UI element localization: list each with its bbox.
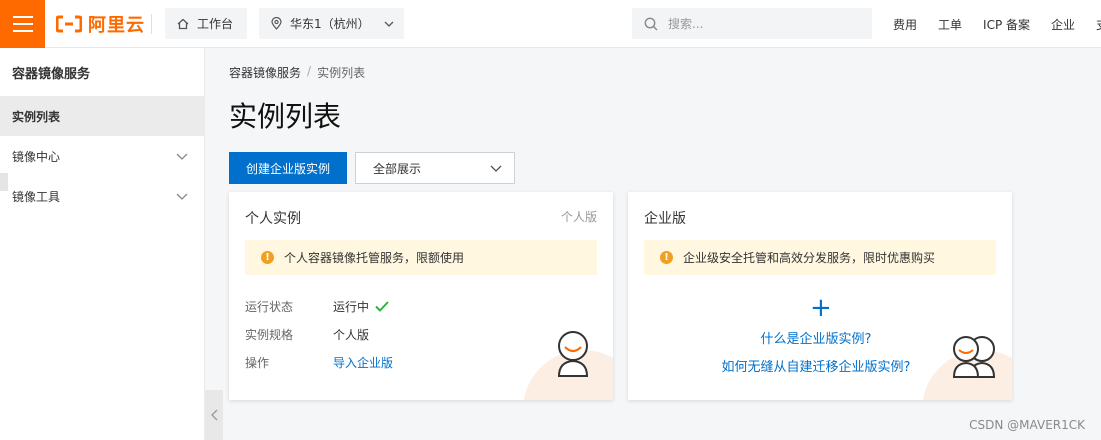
breadcrumb-item-current: 实例列表 <box>317 66 366 80</box>
sidebar-item-image-center[interactable]: 镜像中心 <box>0 136 204 176</box>
sidebar-collapse-button[interactable] <box>205 390 223 440</box>
status-value: 运行中 <box>333 298 389 315</box>
import-enterprise-link[interactable]: 导入企业版 <box>333 354 393 371</box>
notice-text: 企业级安全托管和高效分发服务，限时优惠购买 <box>683 251 936 265</box>
sidebar-title: 容器镜像服务 <box>12 66 91 82</box>
location-pin-icon <box>271 17 282 30</box>
status-row: 运行状态 运行中 <box>245 298 389 315</box>
warning-icon: ! <box>660 251 673 264</box>
region-selector[interactable]: 华东1（杭州） <box>259 8 404 39</box>
breadcrumb-separator: / <box>307 64 312 78</box>
workbench-button[interactable]: 工作台 <box>165 8 247 39</box>
sidebar-item-label: 实例列表 <box>12 109 61 124</box>
chevron-down-icon <box>490 165 502 172</box>
personal-instance-card: 个人实例 个人版 ! 个人容器镜像托管服务，限额使用 运行状态 运行中 实例规格… <box>229 192 613 400</box>
spec-key: 实例规格 <box>245 328 294 342</box>
nav-link-billing[interactable]: 费用 <box>893 16 917 33</box>
top-nav-links: 费用 工单 ICP 备案 企业 支 <box>893 0 1101 48</box>
region-label: 华东1（杭州） <box>290 17 370 31</box>
sidebar-item-label: 镜像工具 <box>12 189 61 204</box>
warning-icon: ! <box>261 251 274 264</box>
csdn-watermark: CSDN @MAVER1CK <box>969 418 1085 432</box>
home-icon <box>177 18 189 29</box>
card-title: 企业版 <box>644 211 686 227</box>
page-title: 实例列表 <box>229 100 342 133</box>
enterprise-instance-card: 企业版 ! 企业级安全托管和高效分发服务，限时优惠购买 + 什么是企业版实例? … <box>628 192 1012 400</box>
nav-link-support[interactable]: 支 <box>1096 16 1101 33</box>
sidebar: 容器镜像服务 实例列表 镜像中心 镜像工具 <box>0 48 205 440</box>
check-icon <box>375 301 389 312</box>
sidebar-item-instance-list[interactable]: 实例列表 <box>0 96 204 136</box>
action-row: 操作 导入企业版 <box>245 354 393 371</box>
user-avatar-icon <box>557 331 589 377</box>
edition-tag: 个人版 <box>560 210 597 224</box>
search-icon <box>644 17 658 30</box>
sidebar-drag-handle[interactable] <box>0 173 8 191</box>
notice-banner: ! 企业级安全托管和高效分发服务，限时优惠购买 <box>644 240 996 275</box>
top-bar: 阿里云 工作台 华东1（杭州） 费用 工单 ICP 备案 企业 支 <box>0 0 1101 48</box>
aliyun-logo-icon <box>56 15 82 33</box>
action-key: 操作 <box>245 356 270 370</box>
notice-text: 个人容器镜像托管服务，限额使用 <box>284 251 465 265</box>
hamburger-menu-icon[interactable] <box>0 0 45 48</box>
nav-link-icp[interactable]: ICP 备案 <box>983 16 1030 33</box>
users-group-icon <box>952 336 996 378</box>
nav-link-tickets[interactable]: 工单 <box>938 16 962 33</box>
chevron-down-icon <box>176 153 188 160</box>
sidebar-item-image-tools[interactable]: 镜像工具 <box>0 176 204 216</box>
add-enterprise-instance-icon[interactable]: + <box>810 295 832 321</box>
filter-select[interactable]: 全部展示 <box>355 152 515 184</box>
search-input[interactable] <box>668 16 858 31</box>
sidebar-item-label: 镜像中心 <box>12 149 61 164</box>
create-enterprise-instance-button[interactable]: 创建企业版实例 <box>229 152 347 184</box>
header-divider <box>151 14 152 34</box>
workbench-label: 工作台 <box>197 17 234 31</box>
chevron-down-icon <box>176 193 188 200</box>
breadcrumb-item-service[interactable]: 容器镜像服务 <box>229 64 301 81</box>
filter-select-value: 全部展示 <box>373 161 422 176</box>
logo-text: 阿里云 <box>88 15 145 36</box>
card-title: 个人实例 <box>245 211 301 227</box>
spec-value: 个人版 <box>333 328 370 342</box>
status-text: 运行中 <box>333 300 370 314</box>
nav-link-enterprise[interactable]: 企业 <box>1051 16 1075 33</box>
breadcrumb: 容器镜像服务 / 实例列表 <box>229 64 365 81</box>
aliyun-logo[interactable]: 阿里云 <box>56 11 145 37</box>
search-box[interactable] <box>632 8 872 39</box>
chevron-left-icon <box>210 409 217 421</box>
spec-row: 实例规格 个人版 <box>245 326 369 343</box>
status-key: 运行状态 <box>245 300 294 314</box>
notice-banner: ! 个人容器镜像托管服务，限额使用 <box>245 240 597 275</box>
chevron-down-icon <box>384 21 394 27</box>
